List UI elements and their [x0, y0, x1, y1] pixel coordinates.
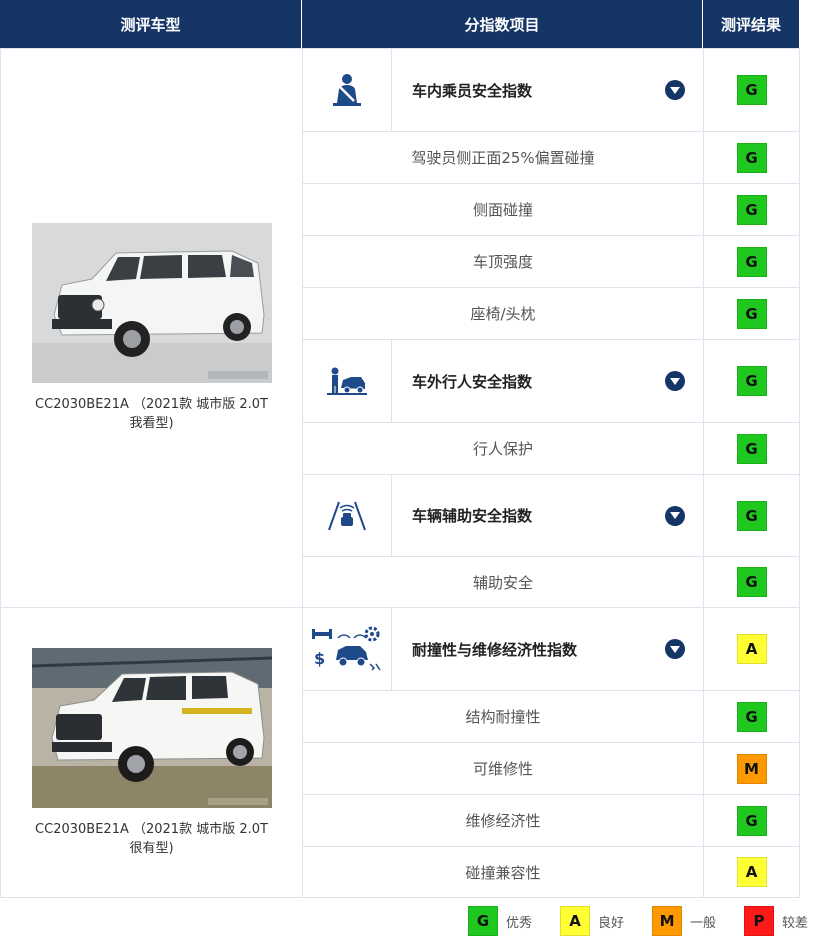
index-row-pedestrian: 车外行人安全指数 [302, 339, 704, 423]
legend-badge: A [560, 906, 591, 936]
column-header-vehicle-label: 测评车型 [120, 15, 181, 34]
result-cell: G [703, 339, 800, 423]
legend-item: A 良好 [560, 906, 624, 936]
legend-item: M 一般 [652, 906, 716, 936]
rating-legend: G 优秀 A 良好 M 一般 P 较差 [468, 906, 808, 936]
sub-item-label: 结构耐撞性 [465, 708, 541, 726]
collapse-toggle-icon[interactable] [665, 80, 685, 100]
seatbelt-occupant-icon [303, 49, 392, 131]
white-suv-photo [31, 223, 272, 383]
result-cell: G [703, 422, 800, 475]
vehicle-caption: CC2030BE21A （2021款 城市版 2.0T 我看型) [35, 397, 268, 431]
sub-item-row: 结构耐撞性 [302, 690, 704, 743]
pedestrian-car-icon [303, 340, 392, 422]
rating-badge: G [736, 75, 767, 105]
result-cell: M [703, 742, 800, 795]
result-cell: G [703, 287, 800, 340]
legend-badge: M [652, 906, 683, 936]
rating-badge: G [736, 433, 767, 464]
sub-item-row: 辅助安全 [302, 556, 704, 608]
sub-item-label: 可维修性 [472, 760, 533, 778]
column-header-result: 测评结果 [703, 0, 799, 48]
sub-item-label: 驾驶员侧正面25%偏置碰撞 [411, 149, 595, 167]
legend-badge: P [744, 906, 775, 936]
sub-item-row: 车顶强度 [302, 235, 704, 288]
rating-badge: G [736, 246, 767, 277]
rating-badge: G [736, 298, 767, 329]
index-title: 车内乘员安全指数 [412, 81, 533, 100]
index-row-assist: 车辆辅助安全指数 [302, 474, 704, 557]
column-header-result-label: 测评结果 [720, 15, 781, 34]
rating-badge: G [736, 701, 767, 732]
legend-item: G 优秀 [468, 906, 532, 936]
sub-item-label: 辅助安全 [472, 573, 533, 592]
sub-item-label: 车顶强度 [472, 253, 533, 271]
sub-item-row: 维修经济性 [302, 794, 704, 847]
result-cell: G [703, 235, 800, 288]
result-cell: G [703, 131, 800, 184]
result-cell: G [703, 794, 800, 847]
sub-item-row: 座椅/头枕 [302, 287, 704, 340]
sub-item-label: 维修经济性 [465, 812, 541, 830]
repair-economy-icon: $ [303, 608, 392, 690]
result-cell: G [703, 474, 800, 557]
index-title: 车外行人安全指数 [412, 372, 533, 391]
index-title: 车辆辅助安全指数 [412, 507, 533, 525]
sub-item-label: 座椅/头枕 [470, 305, 536, 323]
sub-item-row: 侧面碰撞 [302, 183, 704, 236]
sub-item-row: 可维修性 [302, 742, 704, 795]
legend-item: P 较差 [744, 906, 808, 936]
result-cell: G [703, 556, 800, 608]
legend-label: 一般 [690, 915, 717, 931]
rating-badge: G [736, 500, 767, 531]
result-cell: G [703, 690, 800, 743]
rating-badge: G [736, 366, 767, 396]
legend-label: 优秀 [506, 915, 533, 931]
rating-badge: G [736, 567, 767, 597]
vehicle-cell: CC2030BE21A （2021款 城市版 2.0T 我看型) [0, 48, 303, 608]
vehicle-caption: CC2030BE21A （2021款 城市版 2.0T 很有型) [35, 821, 268, 856]
column-header-items: 分指数项目 [302, 0, 703, 48]
vehicle-cell: CC2030BE21A （2021款 城市版 2.0T 很有型) [0, 607, 303, 898]
column-header-items-label: 分指数项目 [464, 15, 540, 34]
sub-item-label: 行人保护 [472, 440, 533, 458]
collapse-toggle-icon[interactable] [665, 371, 685, 391]
rating-badge: A [736, 634, 767, 664]
result-cell: G [703, 183, 800, 236]
sub-item-label: 碰撞兼容性 [465, 863, 541, 882]
rating-badge: G [736, 805, 767, 836]
rating-badge: G [736, 194, 767, 225]
sub-item-label: 侧面碰撞 [472, 201, 533, 219]
legend-label: 良好 [598, 915, 625, 931]
index-row-occupant: 车内乘员安全指数 [302, 48, 704, 132]
sub-item-row: 行人保护 [302, 422, 704, 475]
result-cell: A [703, 846, 800, 898]
legend-label: 较差 [782, 915, 809, 931]
collapse-toggle-icon[interactable] [665, 505, 685, 526]
result-cell: G [703, 48, 800, 132]
legend-badge: G [468, 906, 498, 936]
result-cell: A [703, 607, 800, 691]
lane-assist-icon [303, 475, 392, 556]
collapse-toggle-icon[interactable] [665, 639, 685, 659]
sub-item-row: 碰撞兼容性 [302, 846, 704, 898]
sub-item-row: 驾驶员侧正面25%偏置碰撞 [302, 131, 704, 184]
rating-badge: A [736, 857, 767, 887]
column-header-vehicle: 测评车型 [0, 0, 302, 48]
index-row-repair: $ 耐撞性与维修经济性指数 [302, 607, 704, 691]
svg-text:$: $ [314, 649, 325, 668]
rating-badge: G [736, 142, 767, 173]
white-suv-test-photo [31, 647, 272, 808]
index-title: 耐撞性与维修经济性指数 [412, 640, 578, 659]
rating-badge: M [736, 753, 767, 784]
